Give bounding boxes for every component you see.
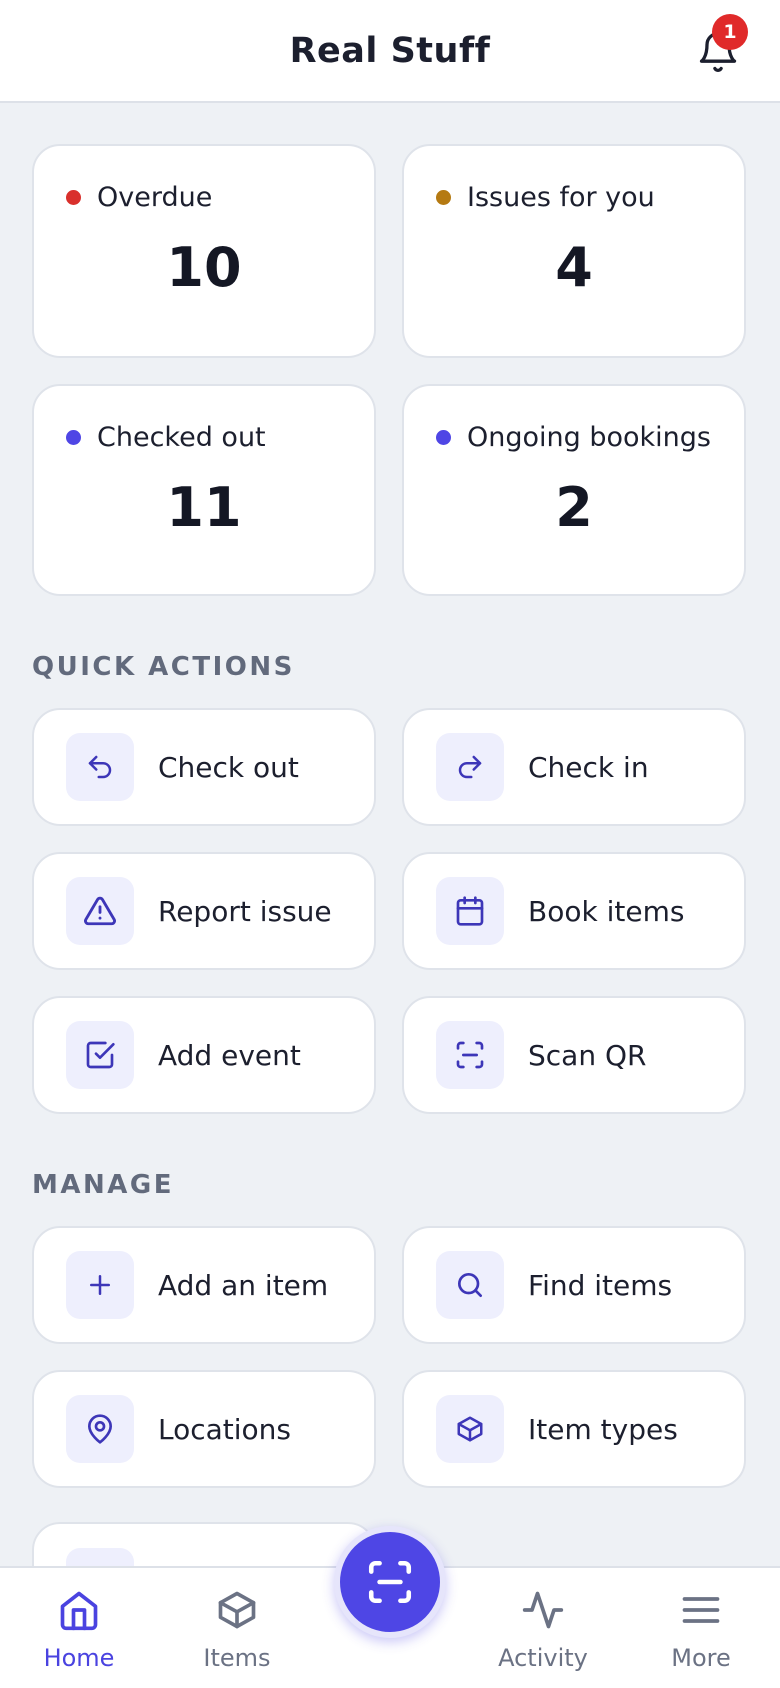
nav-label: Activity [498, 1644, 588, 1672]
scan-fab-button[interactable] [334, 1526, 446, 1638]
action-label: Check in [528, 750, 649, 784]
status-dot [436, 430, 451, 445]
page-title: Real Stuff [289, 30, 491, 71]
stat-value: 4 [555, 236, 593, 299]
add-event-button[interactable]: Add event [32, 996, 376, 1114]
nav-items[interactable]: Items [167, 1588, 307, 1672]
nav-activity[interactable]: Activity [473, 1588, 613, 1672]
scan-icon [368, 1560, 412, 1604]
stat-label: Ongoing bookings [467, 422, 711, 453]
action-label: Book items [528, 894, 685, 928]
scan-icon [436, 1021, 504, 1089]
scan-qr-button[interactable]: Scan QR [402, 996, 746, 1114]
nav-label: More [671, 1644, 731, 1672]
book-items-button[interactable]: Book items [402, 852, 746, 970]
stat-card-issues[interactable]: Issues for you 4 [402, 144, 746, 358]
quick-actions-grid: Check out Check in Report issue Book ite… [32, 708, 748, 1114]
action-label: Check out [158, 750, 299, 784]
nav-label: Home [43, 1644, 115, 1672]
check-in-button[interactable]: Check in [402, 708, 746, 826]
stat-card-overdue[interactable]: Overdue 10 [32, 144, 376, 358]
warning-icon [66, 877, 134, 945]
calendar-icon [436, 877, 504, 945]
menu-icon [682, 1597, 720, 1623]
find-items-button[interactable]: Find items [402, 1226, 746, 1344]
nav-home[interactable]: Home [9, 1588, 149, 1672]
stat-value: 10 [166, 236, 242, 299]
stat-label: Overdue [97, 182, 213, 213]
status-dot [66, 430, 81, 445]
notification-badge: 1 [712, 14, 748, 50]
quick-actions-heading: QUICK ACTIONS [32, 652, 295, 682]
manage-grid: Add an item Find items Locations Item ty… [32, 1226, 748, 1488]
plus-icon [66, 1251, 134, 1319]
stat-value: 11 [166, 476, 242, 539]
cube-icon [436, 1395, 504, 1463]
checkbox-icon [66, 1021, 134, 1089]
dashboard-content: Overdue 10 Issues for you 4 Checked out … [32, 144, 748, 1488]
notifications-button[interactable]: 1 [694, 14, 748, 76]
stats-grid: Overdue 10 Issues for you 4 Checked out … [32, 144, 748, 596]
action-label: Item types [528, 1412, 678, 1446]
search-icon [436, 1251, 504, 1319]
nav-more[interactable]: More [631, 1588, 771, 1672]
stat-value: 2 [555, 476, 593, 539]
activity-icon [522, 1591, 564, 1629]
status-dot [66, 190, 81, 205]
cube-icon [218, 1591, 256, 1629]
check-out-button[interactable]: Check out [32, 708, 376, 826]
stat-card-checked-out[interactable]: Checked out 11 [32, 384, 376, 596]
locations-button[interactable]: Locations [32, 1370, 376, 1488]
status-dot [436, 190, 451, 205]
action-label: Add event [158, 1038, 301, 1072]
action-label: Find items [528, 1268, 673, 1302]
manage-heading: MANAGE [32, 1170, 174, 1200]
action-label: Report issue [158, 894, 332, 928]
app-header: Real Stuff 1 [0, 0, 780, 103]
nav-label: Items [203, 1644, 271, 1672]
stat-label: Issues for you [467, 182, 655, 213]
action-label: Add an item [158, 1268, 329, 1302]
home-icon [60, 1591, 98, 1631]
stat-label: Checked out [97, 422, 266, 453]
arrow-back-icon [66, 733, 134, 801]
stat-card-ongoing-bookings[interactable]: Ongoing bookings 2 [402, 384, 746, 596]
arrow-forward-icon [436, 733, 504, 801]
location-pin-icon [66, 1395, 134, 1463]
action-label: Scan QR [528, 1038, 647, 1072]
action-label: Locations [158, 1412, 292, 1446]
add-item-button[interactable]: Add an item [32, 1226, 376, 1344]
report-issue-button[interactable]: Report issue [32, 852, 376, 970]
item-types-button[interactable]: Item types [402, 1370, 746, 1488]
